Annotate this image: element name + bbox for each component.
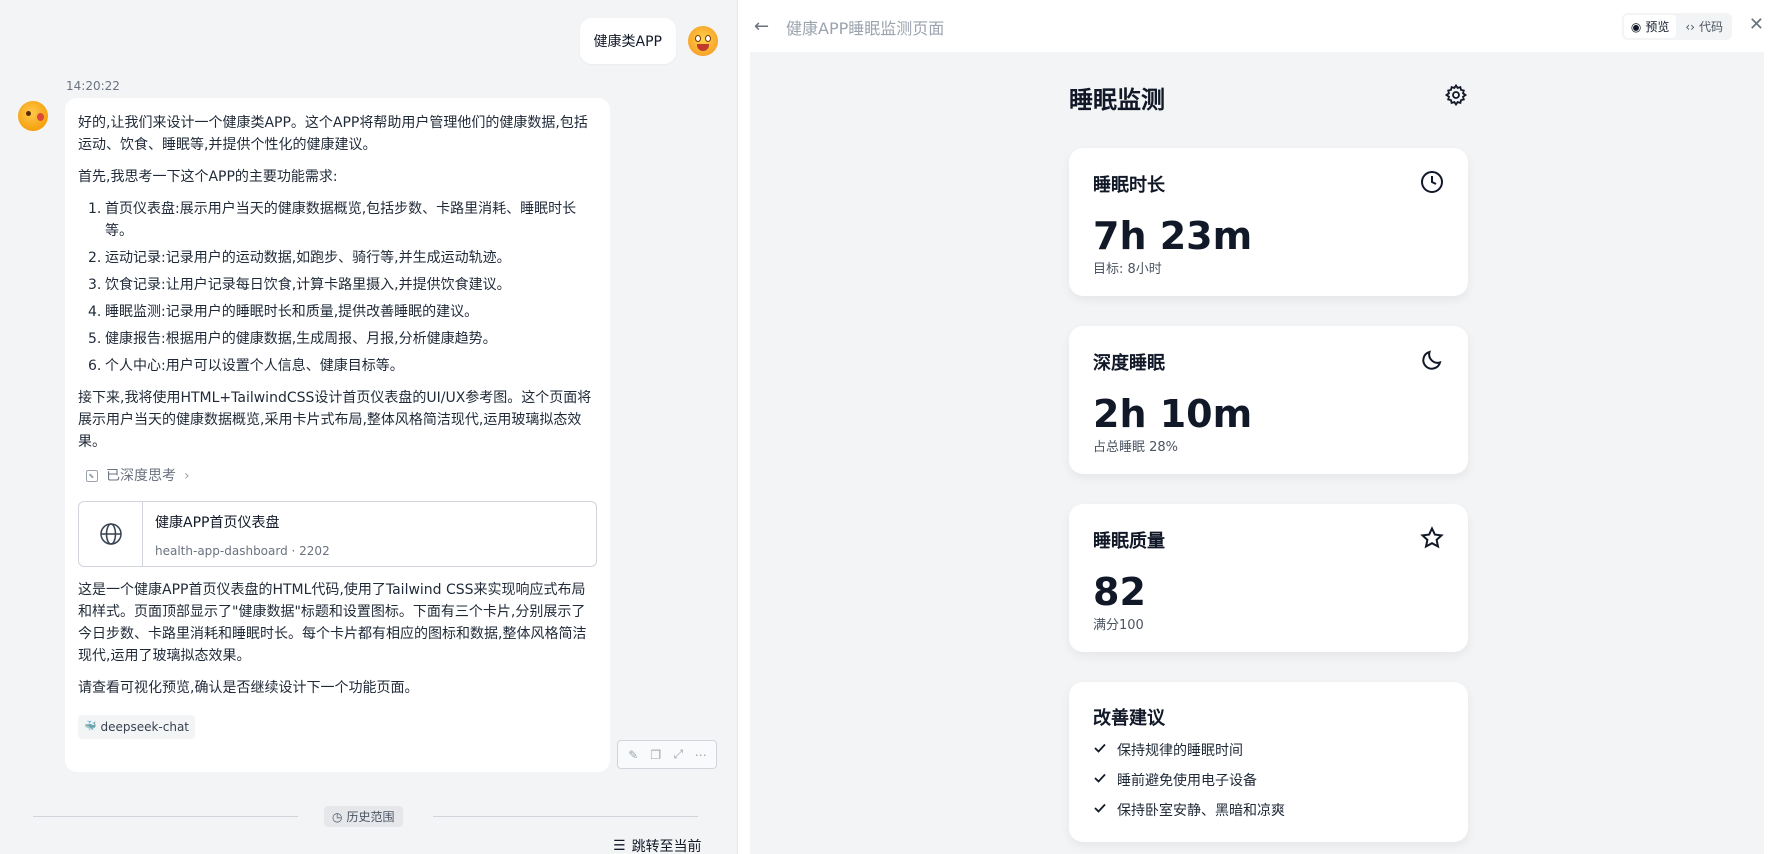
list-item: 4. 睡眠监测:记录用户的睡眠时长和质量,提供改善睡眠的建议。 <box>88 304 479 320</box>
artifact-title: 健康APP首页仪表盘 <box>155 515 280 531</box>
card-subtext: 目标: 8小时 <box>1093 262 1162 277</box>
list-item: 6. 个人中心:用户可以设置个人信息、健康目标等。 <box>88 358 404 374</box>
thinking-icon <box>86 470 98 482</box>
message-action-bar: ✎ ❐ ⤢ ⋯ <box>617 740 717 769</box>
deep-think-label: 已深度思考 <box>106 468 176 484</box>
sleep-duration-card: 睡眠时长 7h 23m 目标: 8小时 <box>1069 148 1468 296</box>
expand-icon[interactable]: ⤢ <box>671 747 685 762</box>
back-arrow-icon[interactable]: ← <box>754 16 769 37</box>
tips-title: 改善建议 <box>1093 708 1165 729</box>
summary-paragraph: 这是一个健康APP首页仪表盘的HTML代码,使用了Tailwind CSS来实现… <box>78 582 587 664</box>
more-icon[interactable]: ⋯ <box>694 748 708 762</box>
artifact-subtitle: health-app-dashboard · 2202 <box>155 544 330 558</box>
list-item: 保持卧室安静、黑暗和凉爽 <box>1093 800 1444 820</box>
chevron-right-icon: › <box>184 468 190 484</box>
list-item: 1. 首页仪表盘:展示用户当天的健康数据概览,包括步数、卡路里消耗、睡眠时长等。 <box>88 201 577 239</box>
card-value: 2h 10m <box>1093 392 1253 436</box>
list-item: 5. 健康报告:根据用户的健康数据,生成周报、月报,分析健康趋势。 <box>88 331 497 347</box>
sleep-quality-card: 睡眠质量 82 满分100 <box>1069 504 1468 652</box>
deep-think-toggle[interactable]: 已深度思考 › <box>86 465 597 487</box>
tab-code[interactable]: ‹› 代码 <box>1678 15 1730 38</box>
tips-card: 改善建议 保持规律的睡眠时间 睡前避免使用电子设备 保持卧室安静、黑暗和凉爽 <box>1069 682 1468 842</box>
page-header: 睡眠监测 <box>1069 76 1468 118</box>
model-tag: 🐳 deepseek-chat <box>78 715 196 739</box>
history-range-button[interactable]: ◷ 历史范围 <box>324 806 403 827</box>
sleep-page: 睡眠监测 睡眠时长 7h 23m 目标: 8小时 深度睡眠 2h 10m 占总睡… <box>1045 52 1492 854</box>
edit-icon[interactable]: ✎ <box>626 748 640 762</box>
user-message-bubble: 健康类APP <box>579 18 676 64</box>
preview-panel: ← 健康APP睡眠监测页面 ◉ 预览 ‹› 代码 ✕ 睡眠监测 睡眠时长 7h … <box>738 0 1776 854</box>
assistant-avatar <box>18 101 48 131</box>
deep-sleep-card: 深度睡眠 2h 10m 占总睡眠 28% <box>1069 326 1468 474</box>
card-value: 7h 23m <box>1093 214 1253 258</box>
clock-small-icon: ◷ <box>332 809 343 824</box>
jump-to-current-button[interactable]: ☰ 跳转至当前 <box>613 836 702 854</box>
card-title: 睡眠时长 <box>1093 175 1165 196</box>
preview-header: ← 健康APP睡眠监测页面 ◉ 预览 ‹› 代码 ✕ <box>738 0 1776 52</box>
chat-panel: 健康类APP 14:20:22 好的,让我们来设计一个健康类APP。这个APP将… <box>0 0 738 854</box>
card-subtext: 占总睡眠 28% <box>1093 440 1179 455</box>
history-divider: ◷ 历史范围 <box>33 806 698 827</box>
feature-list: 1. 首页仪表盘:展示用户当天的健康数据概览,包括步数、卡路里消耗、睡眠时长等。 … <box>78 198 597 377</box>
user-message-row: 健康类APP <box>579 18 718 64</box>
star-icon <box>1420 526 1444 554</box>
assistant-message-bubble: 好的,让我们来设计一个健康类APP。这个APP将帮助用户管理他们的健康数据,包括… <box>65 98 610 772</box>
list-item: 保持规律的睡眠时间 <box>1093 740 1444 760</box>
card-subtext: 满分100 <box>1093 618 1144 633</box>
clock-icon <box>1420 170 1444 198</box>
close-icon[interactable]: ✕ <box>1749 14 1764 35</box>
tab-preview[interactable]: ◉ 预览 <box>1623 15 1677 38</box>
page-title: 睡眠监测 <box>1069 85 1165 114</box>
copy-icon[interactable]: ❐ <box>649 748 663 762</box>
check-icon <box>1093 801 1107 819</box>
card-title: 睡眠质量 <box>1093 531 1165 552</box>
closing-paragraph: 请查看可视化预览,确认是否继续设计下一个功能页面。 <box>78 680 419 696</box>
intro-paragraph: 好的,让我们来设计一个健康类APP。这个APP将帮助用户管理他们的健康数据,包括… <box>78 115 588 153</box>
code-icon: ‹› <box>1685 19 1695 34</box>
plan-paragraph: 接下来,我将使用HTML+TailwindCSS设计首页仪表盘的UI/UX参考图… <box>78 390 592 450</box>
moon-icon <box>1420 348 1444 376</box>
requirements-lead: 首先,我思考一下这个APP的主要功能需求: <box>78 169 338 185</box>
card-value: 82 <box>1093 570 1146 614</box>
card-title: 深度睡眠 <box>1093 353 1165 374</box>
preview-mode-tabs: ◉ 预览 ‹› 代码 <box>1621 13 1732 40</box>
gear-icon[interactable] <box>1444 83 1468 111</box>
list-item: 睡前避免使用电子设备 <box>1093 770 1444 790</box>
check-icon <box>1093 771 1107 789</box>
user-avatar[interactable] <box>688 26 718 56</box>
preview-stage: 睡眠监测 睡眠时长 7h 23m 目标: 8小时 深度睡眠 2h 10m 占总睡… <box>750 52 1764 854</box>
list-item: 2. 运动记录:记录用户的运动数据,如跑步、骑行等,并生成运动轨迹。 <box>88 250 511 266</box>
list-item: 3. 饮食记录:让用户记录每日饮食,计算卡路里摄入,并提供饮食建议。 <box>88 277 511 293</box>
eye-icon: ◉ <box>1630 19 1642 34</box>
artifact-card[interactable]: 健康APP首页仪表盘 health-app-dashboard · 2202 <box>78 501 597 567</box>
check-icon <box>1093 741 1107 759</box>
whale-icon: 🐳 <box>84 721 97 732</box>
preview-title: 健康APP睡眠监测页面 <box>786 19 945 38</box>
list-icon: ☰ <box>613 838 626 854</box>
globe-icon <box>79 502 143 566</box>
message-timestamp: 14:20:22 <box>66 79 120 93</box>
